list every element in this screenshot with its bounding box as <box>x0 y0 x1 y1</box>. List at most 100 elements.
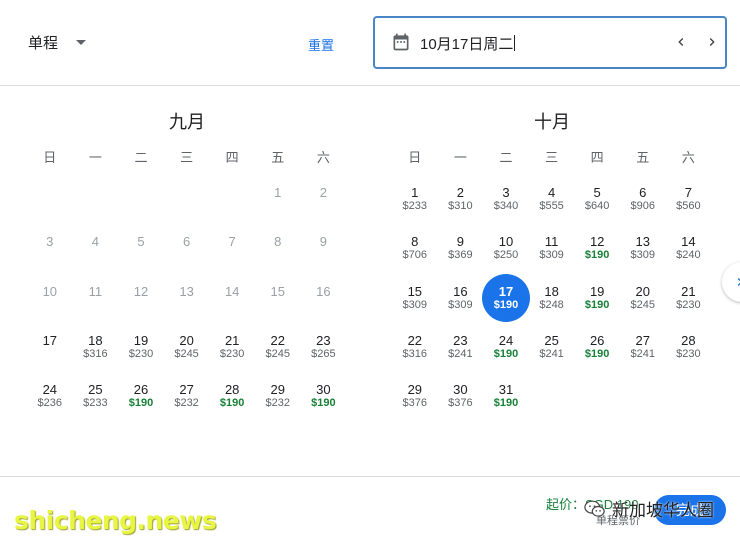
day-number: 22 <box>407 332 423 348</box>
next-month-button[interactable] <box>722 262 740 302</box>
weekday-label: 四 <box>225 150 239 165</box>
month-september: 九月 日 一 二 三 四 五 六 1 2 3 4 5 6 7 8 9 10 11 12 13 14 15 16… <box>27 108 347 431</box>
day-cell[interactable]: 20 $245 <box>164 333 210 382</box>
day-cell: 6 <box>164 234 210 283</box>
day-price: $369 <box>448 249 473 262</box>
day-cell[interactable]: 23 $241 <box>438 333 484 382</box>
day-cell[interactable]: 24 $190 <box>483 333 529 382</box>
empty-cell <box>27 185 73 234</box>
day-cell[interactable]: 30 $376 <box>438 382 484 431</box>
day-cell[interactable]: 21 $230 <box>209 333 255 382</box>
day-cell[interactable]: 18 $248 <box>529 284 575 333</box>
empty-cell <box>209 185 255 234</box>
day-price: $560 <box>676 200 701 212</box>
day-number: 6 <box>639 185 647 200</box>
day-cell[interactable]: 30 $190 <box>301 382 347 431</box>
day-number: 30 <box>453 382 468 398</box>
day-cell: 2 <box>301 185 347 234</box>
day-cell: 15 <box>255 284 301 333</box>
day-cell[interactable]: 22 $316 <box>392 333 438 382</box>
day-cell[interactable]: 27 $232 <box>164 382 210 431</box>
dropdown-caret-icon <box>76 39 87 45</box>
day-cell[interactable]: 6 $906 <box>620 185 666 234</box>
weekday-label: 六 <box>681 150 695 165</box>
day-number: 10 <box>42 283 58 299</box>
day-price: $309 <box>402 298 428 311</box>
departure-date-field[interactable]: 10月17日周二 <box>373 16 727 69</box>
empty-cell <box>118 185 164 234</box>
previous-date-button[interactable] <box>669 30 693 54</box>
reset-button[interactable]: 重置 <box>308 35 334 54</box>
day-cell[interactable]: 14 $240 <box>666 234 712 283</box>
day-cell[interactable]: 18 $316 <box>73 333 119 382</box>
day-cell[interactable]: 28 $230 <box>666 333 712 382</box>
day-price: $190 <box>128 397 154 410</box>
day-price: $190 <box>311 397 336 410</box>
day-number: 20 <box>179 332 194 348</box>
day-cell[interactable]: 19 $190 <box>574 284 620 333</box>
day-cell[interactable]: 25 $233 <box>73 382 119 431</box>
day-cell[interactable]: 21 $230 <box>666 284 712 333</box>
weekday-label: 三 <box>180 150 194 165</box>
day-cell[interactable]: 26 $190 <box>118 382 164 431</box>
day-cell[interactable]: 8 $706 <box>392 234 438 283</box>
trip-type-select[interactable]: 单程 <box>28 30 87 54</box>
day-cell[interactable]: 15 $309 <box>392 284 438 333</box>
day-cell[interactable]: 29 $376 <box>392 382 438 431</box>
day-cell[interactable]: 2 $310 <box>438 185 484 234</box>
day-cell: 13 <box>164 284 210 333</box>
weekday-label: 日 <box>408 150 422 165</box>
day-cell[interactable]: 23 $265 <box>301 333 347 382</box>
day-cell: 4 <box>73 234 119 283</box>
day-cell[interactable]: 26 $190 <box>574 333 620 382</box>
day-number: 23 <box>453 332 468 348</box>
day-cell: 8 <box>255 234 301 283</box>
day-cell[interactable]: 4 $555 <box>529 185 575 234</box>
day-cell[interactable]: 11 $309 <box>529 234 575 283</box>
day-cell[interactable]: 24 $236 <box>27 382 73 431</box>
day-number: 21 <box>681 283 696 299</box>
next-date-button[interactable] <box>700 30 724 54</box>
day-cell[interactable]: 5 $640 <box>574 185 620 234</box>
day-cell[interactable]: 25 $241 <box>529 333 575 382</box>
day-cell[interactable]: 19 $230 <box>118 333 164 382</box>
day-number: 9 <box>456 234 464 250</box>
day-number: 8 <box>274 234 282 250</box>
day-cell-selected[interactable]: 17 $190 <box>481 273 530 333</box>
day-price: $640 <box>584 200 610 212</box>
day-price: $233 <box>402 200 428 212</box>
day-number: 3 <box>46 234 54 250</box>
day-cell[interactable]: 16 $309 <box>438 284 484 333</box>
day-number: 29 <box>407 382 423 398</box>
day-cell[interactable]: 17 <box>27 333 73 382</box>
day-price: $309 <box>448 298 473 311</box>
day-grid: 1 $233 2 $310 3 $340 4 $555 5 $640 6 $906 7 $560 8 $706… <box>392 185 712 431</box>
day-cell[interactable]: 28 $190 <box>209 382 255 431</box>
day-number: 6 <box>182 234 191 250</box>
day-cell[interactable]: 20 $245 <box>620 284 666 333</box>
day-cell[interactable]: 1 $233 <box>392 185 438 234</box>
day-cell[interactable]: 7 $560 <box>666 185 712 234</box>
day-price: $190 <box>584 249 610 262</box>
day-number: 4 <box>91 234 99 250</box>
day-cell[interactable]: 31 $190 <box>483 382 529 431</box>
day-price: $309 <box>539 249 564 262</box>
day-number: 24 <box>42 382 58 398</box>
day-cell[interactable]: 29 $232 <box>255 382 301 431</box>
day-cell[interactable]: 13 $309 <box>620 234 666 283</box>
day-number: 4 <box>547 185 556 200</box>
day-cell[interactable]: 3 $340 <box>483 185 529 234</box>
weekday-label: 六 <box>316 150 330 165</box>
month-title: 十月 <box>534 112 570 132</box>
day-cell[interactable]: 12 $190 <box>574 234 620 283</box>
day-number: 25 <box>88 382 103 398</box>
day-cell[interactable]: 9 $369 <box>438 234 484 283</box>
day-price: $250 <box>493 249 519 262</box>
day-cell[interactable]: 22 $245 <box>255 333 301 382</box>
day-cell[interactable]: 27 $241 <box>620 333 666 382</box>
weekday-label: 五 <box>271 150 285 165</box>
day-number: 14 <box>681 234 696 250</box>
watermark-brand: 新加坡华人圈 <box>584 496 714 521</box>
weekday-header: 日 一 二 三 四 五 六 <box>392 147 712 166</box>
day-number: 8 <box>411 234 419 250</box>
